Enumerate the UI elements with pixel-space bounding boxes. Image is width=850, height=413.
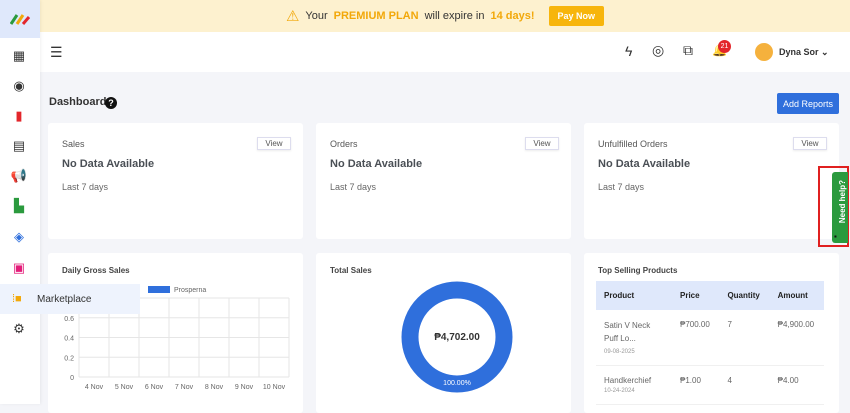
- daily-gross-sales-card: Daily Gross Sales Prosperna00.20.40.60.8…: [48, 253, 303, 413]
- legend-swatch: [148, 286, 170, 293]
- megaphone-icon[interactable]: 📢: [10, 167, 28, 185]
- sidebar: ▦ ◉ ▮ ▤ 📢 ▙ ◈ ▣ ⚙: [0, 0, 40, 404]
- x-tick-label: 10 Nov: [263, 384, 286, 391]
- view-button[interactable]: View: [525, 137, 559, 150]
- x-tick-label: 7 Nov: [175, 384, 194, 391]
- notification-badge: 21: [718, 40, 731, 53]
- y-tick-label: 0.6: [64, 316, 74, 323]
- view-button[interactable]: View: [257, 137, 291, 150]
- marketplace-icon: ⁞■: [12, 293, 22, 305]
- table-row[interactable]: Satin V Neck Puff Lo... 09-08-2025 ₱700.0…: [596, 310, 824, 366]
- sidebar-item-marketplace[interactable]: ⁞■ Marketplace: [0, 284, 140, 314]
- user-menu[interactable]: Dyna Sor ⌄: [779, 47, 829, 58]
- top-products-table: Product Price Quantity Amount Satin V Neck …: [596, 281, 824, 405]
- x-tick-label: 8 Nov: [205, 384, 224, 391]
- gear-icon[interactable]: ⚙: [10, 320, 28, 338]
- unfulfilled-orders-card: Unfulfilled Orders View No Data Availabl…: [584, 123, 839, 239]
- pay-now-button[interactable]: Pay Now: [548, 6, 605, 26]
- chevron-down-icon: ⌄: [821, 47, 829, 57]
- top-selling-products-card: Top Selling Products Product Price Quantit…: [584, 253, 839, 413]
- catalog-icon[interactable]: ▣: [10, 259, 28, 277]
- logo-icon: [10, 14, 30, 25]
- x-tick-label: 6 Nov: [145, 384, 164, 391]
- archive-icon[interactable]: ▤: [10, 137, 28, 155]
- external-link-icon[interactable]: ⧉: [683, 42, 693, 59]
- page-title: Dashboard: [49, 96, 107, 108]
- help-icon[interactable]: ?: [105, 97, 117, 109]
- hamburger-menu-icon[interactable]: ☰: [50, 44, 63, 61]
- avatar[interactable]: [755, 43, 773, 61]
- dashboard-icon[interactable]: ▦: [10, 47, 28, 65]
- x-tick-label: 9 Nov: [235, 384, 254, 391]
- chart-circle-icon[interactable]: ◎: [652, 42, 664, 59]
- view-button[interactable]: View: [793, 137, 827, 150]
- top-header: ☰: [40, 32, 850, 72]
- orders-card: Orders View No Data Available Last 7 day…: [316, 123, 571, 239]
- x-tick-label: 5 Nov: [115, 384, 134, 391]
- premium-banner: ⚠ Your PREMIUM PLAN will expire in 14 da…: [40, 0, 850, 32]
- user-circle-icon[interactable]: ◉: [10, 77, 28, 95]
- layers-icon[interactable]: ◈: [10, 228, 28, 246]
- total-sales-card: Total Sales ₱4,702.00 100.00%: [316, 253, 571, 413]
- y-tick-label: 0.2: [64, 355, 74, 362]
- report-icon[interactable]: ▙: [10, 197, 28, 215]
- shopping-bag-icon[interactable]: ▮: [10, 107, 28, 125]
- need-help-widget[interactable]: Need help? ▪: [818, 166, 849, 247]
- chat-icon: ▪: [834, 232, 837, 241]
- y-tick-label: 0: [70, 375, 74, 382]
- daily-gross-sales-chart: Prosperna00.20.40.60.84 Nov5 Nov6 Nov7 N…: [64, 286, 290, 391]
- x-tick-label: 4 Nov: [85, 384, 104, 391]
- y-tick-label: 0.4: [64, 336, 74, 343]
- logo[interactable]: [0, 0, 40, 38]
- warning-icon: ⚠: [285, 8, 300, 25]
- legend-label: Prosperna: [174, 287, 206, 294]
- add-reports-button[interactable]: Add Reports: [777, 93, 839, 114]
- lightning-icon[interactable]: ϟ: [625, 43, 632, 59]
- table-row[interactable]: Handkerchief 10-24-2024 ₱1.00 4 ₱4.00: [596, 365, 824, 405]
- sales-card: Sales View No Data Available Last 7 days: [48, 123, 303, 239]
